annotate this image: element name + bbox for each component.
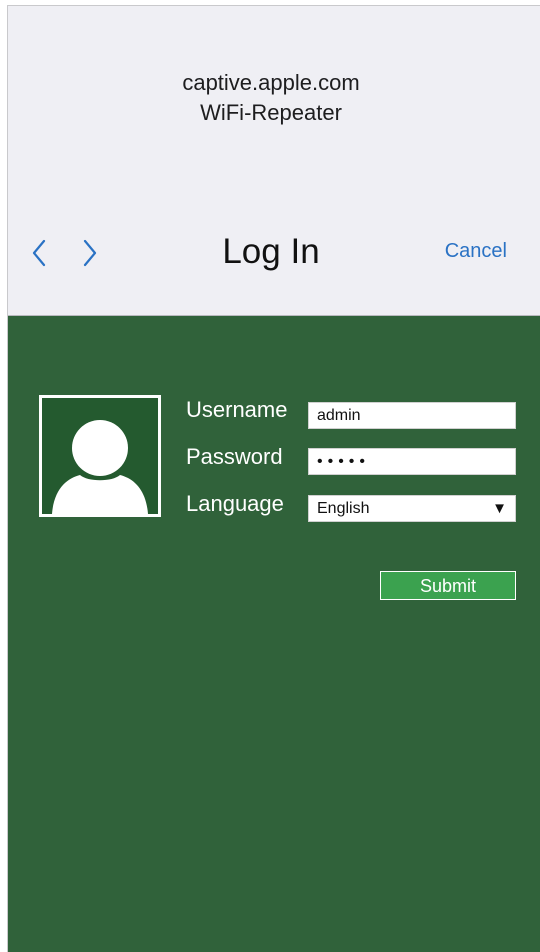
submit-button[interactable]: Submit: [380, 571, 516, 600]
site-info: captive.apple.com WiFi-Repeater: [8, 68, 540, 128]
cancel-button[interactable]: Cancel: [445, 240, 507, 263]
language-select[interactable]: English ▼: [308, 495, 516, 522]
language-selected-value: English: [317, 500, 370, 517]
password-field[interactable]: •••••: [308, 448, 516, 475]
dropdown-caret-icon: ▼: [492, 500, 507, 517]
avatar: [39, 395, 161, 517]
user-silhouette-icon: [52, 420, 148, 514]
username-label: Username: [186, 397, 288, 422]
password-label: Password: [186, 444, 283, 469]
network-name-label: WiFi-Repeater: [200, 100, 342, 125]
login-panel: Username Password ••••• Language English…: [8, 316, 540, 952]
browser-frame: captive.apple.com WiFi-Repeater Log In C…: [7, 5, 540, 952]
username-field[interactable]: [308, 402, 516, 429]
language-label: Language: [186, 491, 284, 516]
domain-label: captive.apple.com: [182, 70, 360, 95]
captive-portal-header: captive.apple.com WiFi-Repeater Log In C…: [8, 6, 540, 316]
